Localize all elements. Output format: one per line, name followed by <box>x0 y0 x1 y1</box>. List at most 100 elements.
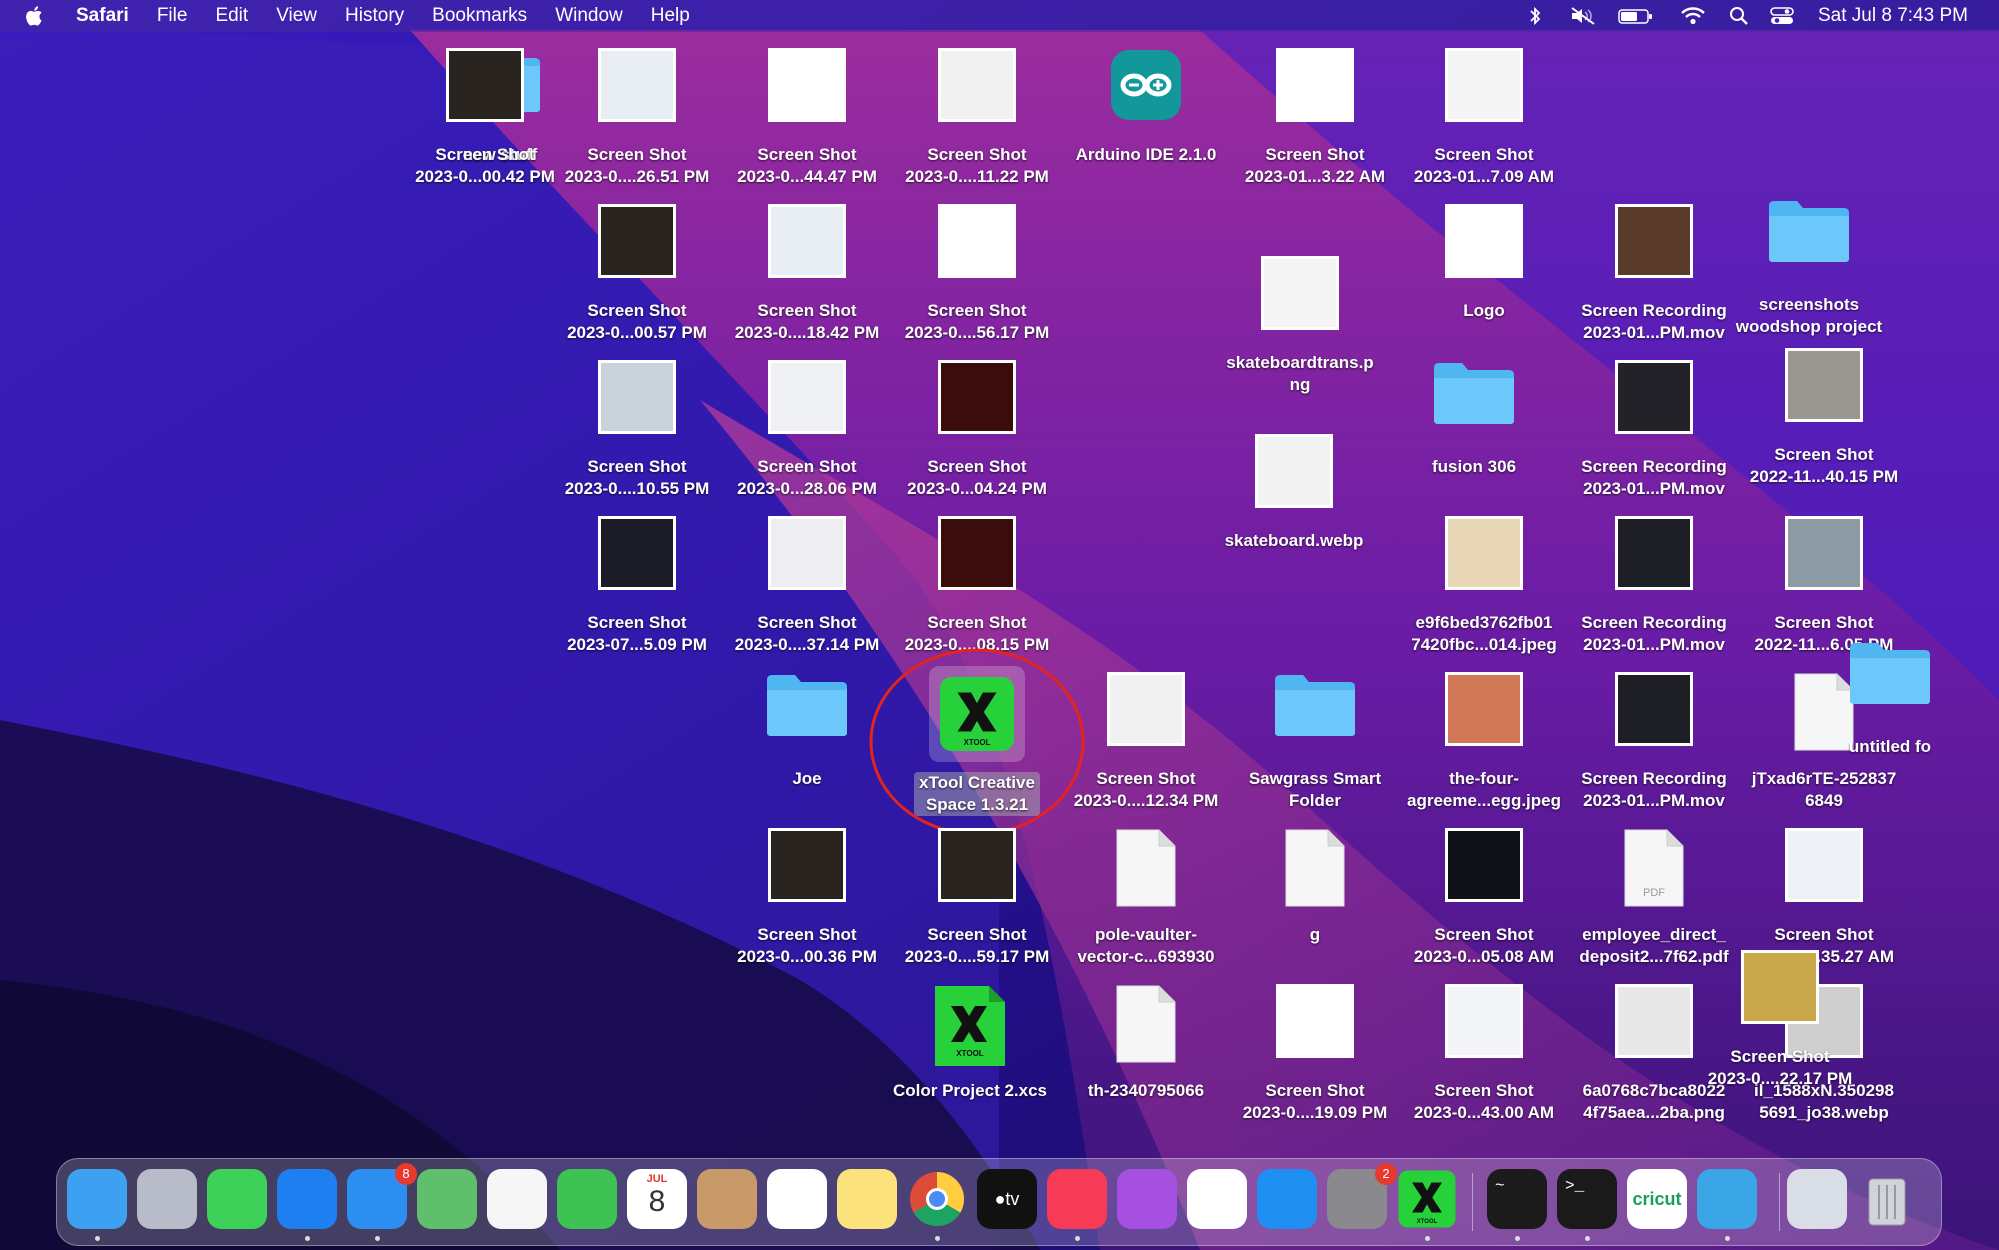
desktop-file[interactable]: Screen Shot 2023-0...00.42 PM <box>400 48 570 188</box>
dock-app-music[interactable] <box>1047 1169 1107 1229</box>
menu-help[interactable]: Help <box>651 5 690 27</box>
dock-app-news[interactable] <box>1187 1169 1247 1229</box>
menu-history[interactable]: History <box>345 5 404 27</box>
dock-app-tv[interactable]: ●tv <box>977 1169 1037 1229</box>
desktop-file[interactable]: Screen Shot 2023-0....10.55 PM <box>552 360 722 500</box>
desktop-item-label: Screen Shot 2023-0...00.36 PM <box>737 925 877 966</box>
desktop-file[interactable]: Logo <box>1399 204 1569 344</box>
desktop-file[interactable]: Screen Shot 2023-0....59.17 PM <box>892 828 1062 968</box>
dock-app-terminal[interactable]: >_ <box>1557 1169 1617 1229</box>
sound-muted-icon[interactable] <box>1570 0 1596 32</box>
running-indicator <box>1075 1236 1080 1241</box>
dock-app-launchpad[interactable] <box>137 1169 197 1229</box>
menu-window[interactable]: Window <box>555 5 623 27</box>
desktop-folder[interactable]: fusion 306 <box>1389 360 1559 500</box>
dock-app-cricut[interactable]: cricut <box>1627 1169 1687 1229</box>
dock-app-downloads-stack[interactable] <box>1787 1169 1847 1229</box>
bluetooth-icon[interactable] <box>1528 0 1542 32</box>
desktop-file[interactable]: Screen Shot 2023-0...00.57 PM <box>552 204 722 344</box>
desktop-file[interactable]: skateboard.webp <box>1209 434 1379 574</box>
desktop-item-label: Screen Shot 2023-0....12.34 PM <box>1073 769 1219 810</box>
menu-edit[interactable]: Edit <box>215 5 248 27</box>
desktop-file[interactable]: Screen Shot 2023-0....22.17 PM <box>1695 950 1865 1090</box>
dock-app-messages[interactable] <box>207 1169 267 1229</box>
wifi-icon[interactable] <box>1680 0 1706 32</box>
dock-app-contacts[interactable] <box>697 1169 757 1229</box>
menu-view[interactable]: View <box>276 5 317 27</box>
desktop-file[interactable]: Screen Shot 2023-0....56.17 PM <box>892 204 1062 344</box>
image-thumbnail <box>1785 516 1863 590</box>
desktop-file[interactable]: Screen Shot 2023-0...00.36 PM <box>722 828 892 968</box>
dock-app-sawgrass[interactable] <box>1697 1169 1757 1229</box>
desktop-file[interactable]: PDF employee_direct_ deposit2...7f62.pdf <box>1569 828 1739 968</box>
desktop-file[interactable]: th-2340795066 <box>1061 984 1231 1124</box>
desktop-item-label: Screen Shot 2023-0....59.17 PM <box>904 925 1050 966</box>
dock-app-trash[interactable] <box>1857 1169 1917 1229</box>
desktop-file[interactable]: Screen Shot 2023-0...28.06 PM <box>722 360 892 500</box>
dock-separator <box>1779 1173 1780 1231</box>
desktop-file[interactable]: Screen Shot 2023-0...04.24 PM <box>892 360 1062 500</box>
dock-app-maps[interactable] <box>417 1169 477 1229</box>
desktop-app-icon[interactable]: XTOOL xTool Creative Space 1.3.21 <box>869 648 1085 836</box>
desktop-file[interactable]: Screen Shot 2023-0....26.51 PM <box>552 48 722 188</box>
menu-clock[interactable]: Sat Jul 8 7:43 PM <box>1818 0 1968 32</box>
apple-menu-icon[interactable] <box>24 4 46 28</box>
desktop-file[interactable]: skateboardtrans.p ng <box>1215 256 1385 396</box>
dock-app-notes[interactable] <box>837 1169 897 1229</box>
desktop-file[interactable]: the-four-agreeme...egg.jpeg <box>1399 672 1569 812</box>
menu-app-name[interactable]: Safari <box>76 5 129 27</box>
image-thumbnail <box>1785 828 1863 902</box>
dock-app-calendar[interactable]: JUL 8 <box>627 1169 687 1229</box>
image-thumbnail <box>1445 984 1523 1058</box>
desktop-folder[interactable]: untitled fo <box>1805 640 1975 780</box>
desktop-file[interactable]: Screen Shot 2023-0....08.15 PM <box>892 516 1062 656</box>
desktop-file[interactable]: Screen Shot 2023-0....37.14 PM <box>722 516 892 656</box>
image-thumbnail <box>938 48 1016 122</box>
menu-bookmarks[interactable]: Bookmarks <box>432 5 527 27</box>
desktop-file[interactable]: Screen Shot 2023-0...44.47 PM <box>722 48 892 188</box>
dock-app-reminders[interactable] <box>767 1169 827 1229</box>
desktop-file[interactable]: g <box>1230 828 1400 968</box>
dock-app-xtool-creative-space[interactable]: XTOOL <box>1397 1169 1457 1229</box>
image-thumbnail <box>1615 516 1693 590</box>
desktop-file[interactable]: Screen Recording 2023-01...PM.mov <box>1569 516 1739 656</box>
dock-app-photos[interactable] <box>487 1169 547 1229</box>
desktop-file[interactable]: Screen Shot 2023-0...35.27 AM <box>1739 828 1909 968</box>
dock-app-podcasts[interactable] <box>1117 1169 1177 1229</box>
document-icon <box>1284 828 1346 913</box>
dock-app-finder[interactable] <box>67 1169 127 1229</box>
desktop-file[interactable]: Screen Shot 2023-0...05.08 AM <box>1399 828 1569 968</box>
spotlight-search-icon[interactable] <box>1728 0 1750 32</box>
desktop-file[interactable]: Screen Shot 2023-0....19.09 PM <box>1230 984 1400 1124</box>
desktop-file[interactable]: Screen Shot 2023-0....12.34 PM <box>1061 672 1231 812</box>
desktop-file[interactable]: Screen Recording 2023-01...PM.mov <box>1569 204 1739 344</box>
svg-text:XTOOL: XTOOL <box>1417 1219 1438 1225</box>
image-thumbnail <box>768 516 846 590</box>
dock-app-app-store[interactable] <box>1257 1169 1317 1229</box>
desktop-file[interactable]: Screen Recording 2023-01...PM.mov <box>1569 672 1739 812</box>
desktop-file[interactable]: e9f6bed3762fb01 7420fbc...014.jpeg <box>1399 516 1569 656</box>
desktop-file[interactable]: pole-vaulter-vector-c...693930 <box>1061 828 1231 968</box>
desktop-folder[interactable]: screenshots woodshop project <box>1724 198 1894 338</box>
desktop-app-icon[interactable]: Arduino IDE 2.1.0 <box>1061 48 1231 188</box>
menu-file[interactable]: File <box>157 5 188 27</box>
desktop-file[interactable]: Screen Shot 2023-01...7.09 AM <box>1399 48 1569 188</box>
dock-app-activity-monitor[interactable]: ~ <box>1487 1169 1547 1229</box>
desktop-file[interactable]: Screen Shot 2023-01...3.22 AM <box>1230 48 1400 188</box>
desktop-file[interactable]: Screen Shot 2023-0...43.00 AM <box>1399 984 1569 1124</box>
image-thumbnail <box>938 828 1016 902</box>
desktop-file[interactable]: Screen Shot 2023-0....11.22 PM <box>892 48 1062 188</box>
battery-icon[interactable] <box>1618 0 1654 32</box>
dock-app-chrome[interactable] <box>907 1169 967 1229</box>
desktop-file[interactable]: Screen Shot 2023-07...5.09 PM <box>552 516 722 656</box>
dock-app-facetime[interactable] <box>557 1169 617 1229</box>
desktop-folder[interactable]: Sawgrass Smart Folder <box>1230 672 1400 812</box>
desktop-file[interactable]: Screen Shot 2023-0....18.42 PM <box>722 204 892 344</box>
desktop-file[interactable]: XTOOL Color Project 2.xcs <box>885 984 1055 1124</box>
desktop-file[interactable]: Screen Shot 2022-11...6.05 PM <box>1739 516 1909 656</box>
dock-app-safari[interactable] <box>277 1169 337 1229</box>
desktop-file[interactable]: Screen Recording 2023-01...PM.mov <box>1569 360 1739 500</box>
menu-bar: Safari File Edit View History Bookmarks … <box>0 0 1999 32</box>
desktop-file[interactable]: Screen Shot 2022-11...40.15 PM <box>1739 348 1909 488</box>
control-center-icon[interactable] <box>1770 0 1794 32</box>
